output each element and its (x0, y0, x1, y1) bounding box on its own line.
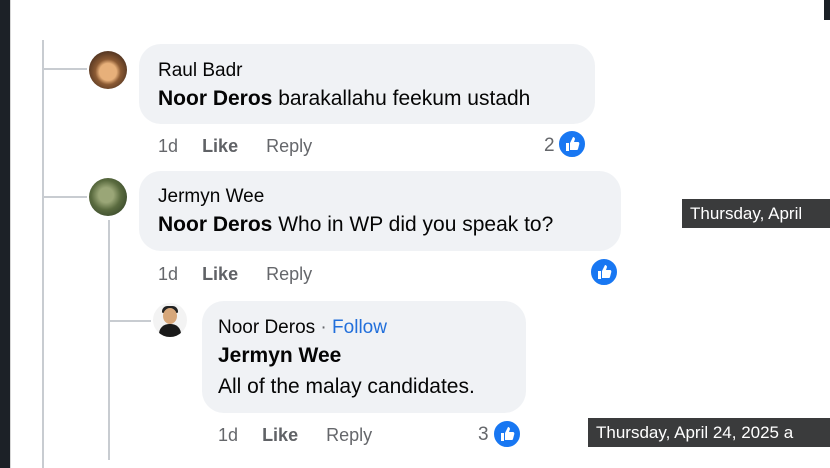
avatar[interactable] (153, 303, 187, 337)
comment-body: Who in WP did you speak to? (272, 213, 554, 236)
comment-actions: 1d Like Reply (158, 264, 312, 285)
avatar[interactable] (89, 51, 127, 89)
reply-button[interactable]: Reply (266, 264, 312, 284)
mention-link[interactable]: Noor Deros (158, 213, 272, 236)
separator-dot: · (315, 317, 333, 338)
reply-author-name[interactable]: Noor Deros (218, 317, 315, 338)
like-button[interactable]: Like (262, 425, 298, 445)
reply-button[interactable]: Reply (266, 136, 312, 156)
mention-link[interactable]: Noor Deros (158, 87, 272, 110)
thread-line-root (42, 40, 44, 468)
reply-actions: 1d Like Reply (218, 425, 372, 446)
comment-bubble (139, 171, 621, 251)
follow-button[interactable]: Follow (332, 317, 387, 338)
comment-author[interactable]: Raul Badr (158, 60, 243, 82)
comment-bubble (139, 44, 595, 124)
thread-line-branch-1 (42, 68, 87, 70)
comment-time[interactable]: 1d (158, 264, 178, 284)
thread-line-reply (108, 220, 110, 460)
comment-text: Noor Deros Who in WP did you speak to? (158, 213, 553, 237)
comment-text: Noor Deros barakallahu feekum ustadh (158, 87, 530, 111)
comment-author[interactable]: Jermyn Wee (158, 186, 264, 208)
reply-time[interactable]: 1d (218, 425, 238, 445)
reply-text: All of the malay candidates. (218, 375, 475, 398)
reply-button[interactable]: Reply (326, 425, 372, 445)
thumbs-up-icon[interactable] (557, 129, 587, 159)
thread-line-branch-2 (42, 196, 87, 198)
left-dark-edge (0, 0, 10, 468)
avatar[interactable] (89, 178, 127, 216)
reply-author: Noor Deros · Follow (218, 317, 387, 339)
reaction-count[interactable]: 3 (478, 424, 489, 446)
timestamp-tooltip: Thursday, April (682, 199, 830, 228)
thread-line-reply-branch (108, 320, 151, 322)
like-button[interactable]: Like (202, 264, 238, 284)
comment-time[interactable]: 1d (158, 136, 178, 156)
thumbs-up-icon[interactable] (492, 419, 522, 449)
thumbs-up-icon[interactable] (589, 257, 619, 287)
comment-body: barakallahu feekum ustadh (272, 87, 531, 110)
mention-link[interactable]: Jermyn Wee (218, 344, 341, 368)
like-button[interactable]: Like (202, 136, 238, 156)
timestamp-tooltip: Thursday, April 24, 2025 a (588, 418, 830, 447)
reaction-count[interactable]: 2 (544, 135, 555, 157)
comment-actions: 1d Like Reply (158, 136, 312, 157)
